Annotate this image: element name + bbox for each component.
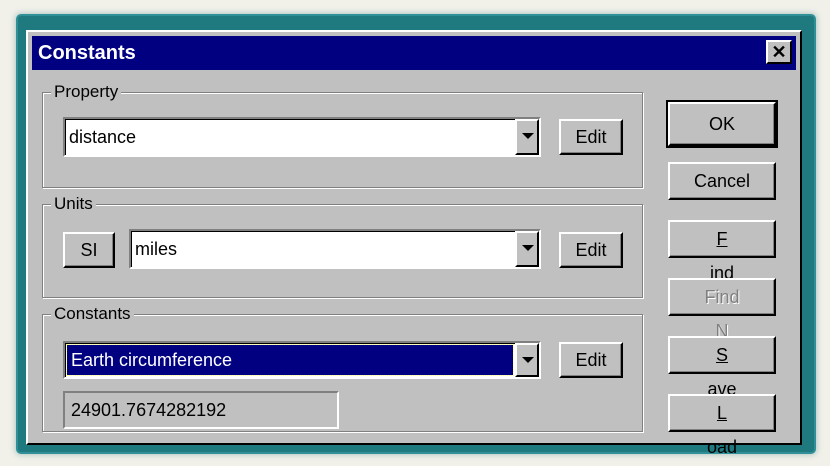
constants-group: Constants Earth circumference Edit 24901… <box>42 303 643 432</box>
units-edit-button[interactable]: Edit <box>559 232 623 268</box>
constants-dropdown[interactable]: Earth circumference <box>63 341 541 379</box>
constants-selected-value: Earth circumference <box>66 344 514 376</box>
property-legend: Property <box>51 81 122 103</box>
units-value: miles <box>135 239 178 259</box>
window-title: Constants <box>38 42 136 64</box>
units-legend: Units <box>51 193 96 215</box>
ok-button[interactable]: OK <box>666 100 778 148</box>
find-button[interactable]: Find <box>668 220 776 283</box>
title-bar[interactable]: Constants ✕ <box>32 36 796 70</box>
property-edit-button[interactable]: Edit <box>559 119 623 155</box>
units-dropdown[interactable]: miles <box>129 229 541 269</box>
load-button[interactable]: Load <box>668 394 776 457</box>
chevron-down-icon[interactable] <box>515 231 539 267</box>
property-dropdown[interactable]: distance <box>63 117 541 157</box>
property-value: distance <box>69 127 137 147</box>
property-group: Property distance Edit <box>42 81 643 188</box>
constants-edit-button[interactable]: Edit <box>559 342 623 378</box>
constants-dialog: Constants ✕ Property distance Edit Units… <box>26 30 802 457</box>
cancel-button[interactable]: Cancel <box>668 162 776 200</box>
units-group: Units SI miles Edit <box>42 193 643 298</box>
chevron-down-icon[interactable] <box>515 119 539 155</box>
close-button[interactable]: ✕ <box>766 40 792 64</box>
close-icon: ✕ <box>771 42 787 62</box>
chevron-down-icon[interactable] <box>515 343 539 377</box>
constants-legend: Constants <box>51 303 134 325</box>
save-button[interactable]: Save <box>668 336 776 399</box>
find-next-button[interactable]: Find Next <box>668 278 776 375</box>
constant-value-readout: 24901.7674282192 <box>63 391 339 429</box>
si-button[interactable]: SI <box>63 232 115 268</box>
